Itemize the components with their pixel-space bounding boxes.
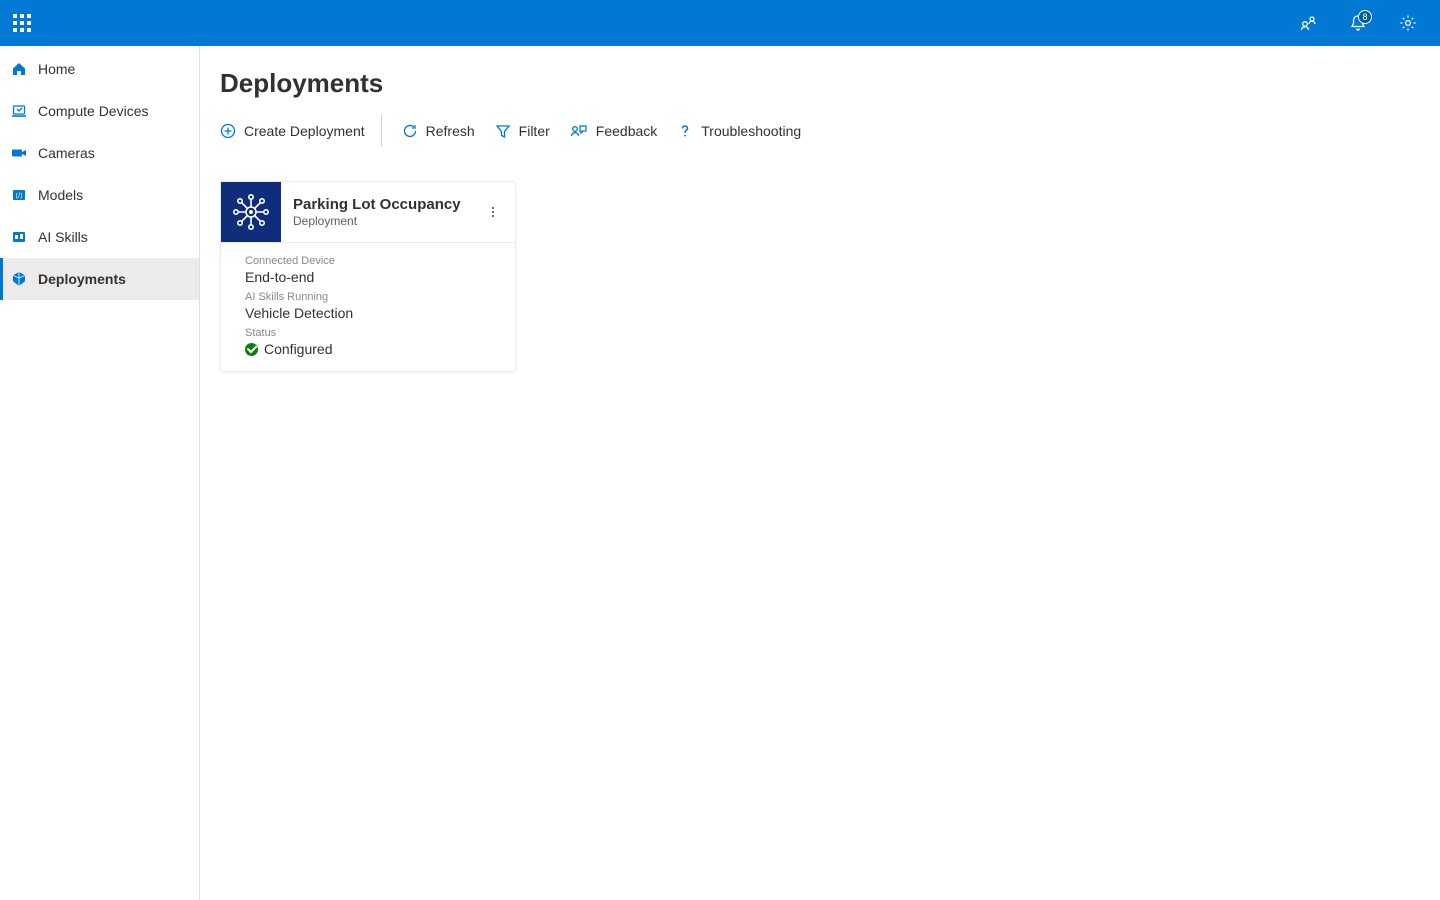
sidebar-item-compute-devices[interactable]: Compute Devices: [0, 90, 199, 132]
topbar-right: 8: [1292, 7, 1432, 39]
svg-text:⟨/⟩: ⟨/⟩: [15, 192, 23, 200]
card-title-wrap: Parking Lot Occupancy Deployment: [293, 196, 469, 228]
directory-icon[interactable]: [1292, 7, 1324, 39]
sidebar-item-label: Compute Devices: [38, 103, 149, 119]
camera-icon: [10, 144, 28, 162]
sidebar-item-deployments[interactable]: Deployments: [0, 258, 199, 300]
status-value: Configured: [264, 341, 333, 357]
toolbar: Create Deployment Refresh Filter Feedbac…: [220, 109, 1420, 153]
laptop-icon: [10, 102, 28, 120]
card-body: Connected Device End-to-end AI Skills Ru…: [221, 243, 515, 371]
help-icon: [677, 123, 693, 139]
deployment-hero-icon: [221, 182, 281, 242]
refresh-button[interactable]: Refresh: [402, 115, 475, 147]
feedback-button[interactable]: Feedback: [570, 115, 657, 147]
sidebar-item-cameras[interactable]: Cameras: [0, 132, 199, 174]
ai-skills-value: Vehicle Detection: [245, 305, 497, 321]
add-circle-icon: [220, 123, 236, 139]
card-subtitle: Deployment: [293, 214, 469, 228]
create-deployment-button[interactable]: Create Deployment: [220, 115, 382, 147]
sidebar-item-home[interactable]: Home: [0, 48, 199, 90]
waffle-icon[interactable]: [10, 11, 34, 35]
card-more-icon[interactable]: [481, 200, 505, 224]
toolbar-label: Create Deployment: [244, 123, 365, 139]
filter-button[interactable]: Filter: [495, 115, 550, 147]
main: Deployments Create Deployment Refresh Fi…: [200, 46, 1440, 900]
ai-skills-label: AI Skills Running: [245, 291, 497, 303]
filter-icon: [495, 123, 511, 139]
toolbar-label: Feedback: [596, 123, 657, 139]
connected-device-value: End-to-end: [245, 269, 497, 285]
home-icon: [10, 60, 28, 78]
sidebar-item-models[interactable]: ⟨/⟩ Models: [0, 174, 199, 216]
sidebar-item-label: Cameras: [38, 145, 95, 161]
topbar: 8: [0, 0, 1440, 46]
sidebar-item-label: Home: [38, 61, 75, 77]
body: Home Compute Devices Cameras ⟨/⟩ Models …: [0, 46, 1440, 900]
toolbar-label: Troubleshooting: [701, 123, 801, 139]
deployments-icon: [10, 270, 28, 288]
connected-device-label: Connected Device: [245, 255, 497, 267]
sidebar: Home Compute Devices Cameras ⟨/⟩ Models …: [0, 46, 200, 900]
sidebar-item-ai-skills[interactable]: AI Skills: [0, 216, 199, 258]
model-icon: ⟨/⟩: [10, 186, 28, 204]
page-title: Deployments: [220, 68, 1420, 99]
toolbar-label: Filter: [519, 123, 550, 139]
notification-badge: 8: [1358, 10, 1372, 24]
ai-skills-icon: [10, 228, 28, 246]
card-header: Parking Lot Occupancy Deployment: [221, 182, 515, 243]
settings-icon[interactable]: [1392, 7, 1424, 39]
status-row: Configured: [245, 341, 497, 357]
sidebar-item-label: Models: [38, 187, 83, 203]
refresh-icon: [402, 123, 418, 139]
status-success-icon: [245, 343, 258, 356]
sidebar-item-label: AI Skills: [38, 229, 88, 245]
troubleshooting-button[interactable]: Troubleshooting: [677, 115, 801, 147]
feedback-icon: [570, 123, 588, 139]
toolbar-label: Refresh: [426, 123, 475, 139]
status-label: Status: [245, 327, 497, 339]
notifications-icon[interactable]: 8: [1342, 7, 1374, 39]
card-title: Parking Lot Occupancy: [293, 196, 469, 213]
deployment-card[interactable]: Parking Lot Occupancy Deployment Connect…: [220, 181, 516, 372]
sidebar-item-label: Deployments: [38, 271, 126, 287]
